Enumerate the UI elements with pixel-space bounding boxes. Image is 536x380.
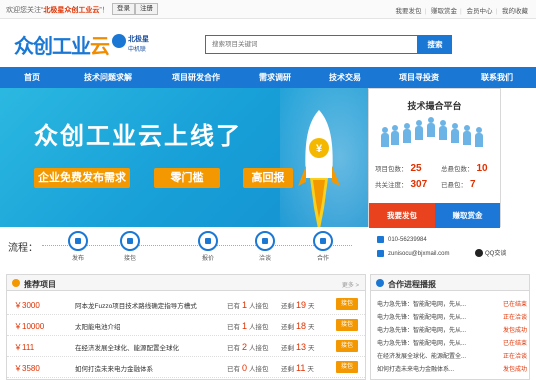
login-button[interactable]: 登录	[112, 3, 135, 15]
accept-project-button[interactable]: 接包	[336, 319, 358, 331]
progress-broadcast-panel: 合作进程播报 电力急先锋：智能配电网，先从... 已在结束 电力急先锋：智能配电网…	[370, 274, 530, 380]
more-projects-link[interactable]: 更多 >	[342, 280, 359, 289]
process-flow: 流程： 发布 接包 报价 洽谈 合作	[0, 227, 536, 267]
broadcast-icon	[376, 279, 384, 287]
progress-item[interactable]: 如何打造未来电力金融体系... 发包成功	[377, 364, 527, 376]
process-step-cooperate: 合作	[309, 231, 337, 262]
progress-item[interactable]: 电力急先锋：智能配电网，先从... 已在结束	[377, 338, 527, 350]
main-nav: 首页 技术问题求解 项目研发合作 需求调研 技术交易 项目寻投资 联系我们	[0, 67, 536, 88]
top-links: 我要发包 | 赚取赏金 | 会员中心 | 我的收藏	[395, 8, 528, 15]
project-row[interactable]: ￥10000 太阳能电池介绍 已有 1 人接包 还剩 18 天 接包	[7, 315, 365, 336]
stat-total-packages: 总悬包数： 10	[441, 163, 488, 174]
process-step-accept: 接包	[116, 231, 144, 262]
coin-symbol: ¥	[316, 143, 323, 155]
top-bar: 欢迎您关注“北极星众创工业云”！ 登录 注册 我要发包 | 赚取赏金 | 会员中心 |…	[0, 0, 536, 19]
progress-item[interactable]: 电力急先锋：智能配电网，先从... 发包成功	[377, 325, 527, 337]
banner-title: 众创工业云上线了	[34, 122, 242, 150]
stat-project-count: 项目包数： 25	[375, 163, 422, 174]
process-label: 流程：	[8, 243, 38, 254]
project-row[interactable]: ￥111 在经济发展全球化、能源配置全球化 已有 2 人接包 还剩 13 天 接包	[7, 336, 365, 357]
stat-completed: 已悬包： 7	[441, 179, 476, 190]
contact-email[interactable]: zunisocu@bjxmail.com	[377, 250, 449, 257]
recommended-projects-panel: 推荐项目 更多 > ￥3000 阿本龙Fuzzo项目技术路线确定指导方槽式 已有…	[6, 274, 366, 380]
match-platform-panel: 技术撮合平台 项目包数： 25 总悬包数： 10 共关注度： 307 已悬包： 7 我要…	[368, 88, 501, 228]
progress-item[interactable]: 电力急先锋：智能配电网，先从... 正在洽谈	[377, 312, 527, 324]
accept-project-button[interactable]: 接包	[336, 340, 358, 352]
banner-tag-zero-threshold: 零门槛	[154, 168, 220, 188]
link-member-center[interactable]: 会员中心	[466, 8, 492, 15]
accept-project-button[interactable]: 接包	[336, 298, 358, 310]
search-button[interactable]: 搜索	[418, 35, 452, 54]
accept-project-button[interactable]: 接包	[336, 361, 358, 373]
process-step-quote: 报价	[194, 231, 222, 262]
link-post-project[interactable]: 我要发包	[395, 8, 421, 15]
stat-attention: 共关注度： 307	[375, 179, 428, 190]
people-crowd-icon	[381, 117, 489, 147]
nav-contact-us[interactable]: 联系我们	[458, 67, 536, 88]
banner-tag-high-return: 高回报	[243, 168, 293, 188]
star-icon	[12, 279, 20, 287]
link-favorites[interactable]: 我的收藏	[502, 8, 528, 15]
banner-tag-free: 企业免费发布需求	[34, 168, 130, 188]
progress-item[interactable]: 电力急先锋：智能配电网，先从... 已在结束	[377, 299, 527, 311]
qq-chat-button[interactable]: QQ交谈	[475, 248, 506, 258]
search-input[interactable]	[205, 35, 418, 54]
site-logo[interactable]: 众创工业云	[14, 30, 110, 59]
contact-phone: 010-56239984	[377, 236, 427, 243]
qq-icon	[475, 249, 483, 258]
phone-icon	[377, 236, 384, 243]
post-project-button[interactable]: 我要发包	[369, 203, 435, 228]
process-step-negotiate: 洽谈	[251, 231, 279, 262]
hero-banner[interactable]: 众创工业云上线了 企业免费发布需求 零门槛 高回报 ¥	[0, 88, 368, 227]
progress-item[interactable]: 在经济发展全球化、能源配置全... 正在洽谈	[377, 351, 527, 363]
nav-tech-trade[interactable]: 技术交易	[310, 67, 380, 88]
panel-title-progress: 合作进程播报	[388, 280, 436, 289]
link-earn-reward[interactable]: 赚取赏金	[431, 8, 457, 15]
nav-project-investment[interactable]: 项目寻投资	[380, 67, 458, 88]
header: 众创工业云 北极星 中机联 搜索	[0, 20, 536, 66]
partner-star-icon	[112, 34, 126, 48]
earn-reward-button[interactable]: 赚取赏金	[435, 203, 500, 228]
nav-project-rd[interactable]: 项目研发合作	[152, 67, 240, 88]
register-button[interactable]: 注册	[135, 3, 158, 15]
project-row[interactable]: ￥3580 如何打造未来电力金融体系 已有 0 人接包 还剩 11 天 接包	[7, 357, 365, 378]
nav-home[interactable]: 首页	[0, 67, 64, 88]
nav-demand-research[interactable]: 需求调研	[240, 67, 310, 88]
welcome-site-name: 北极星众创工业云	[43, 7, 100, 14]
process-step-publish: 发布	[64, 231, 92, 262]
welcome-text: 欢迎您关注“北极星众创工业云”！	[6, 7, 109, 14]
rocket-icon: ¥	[298, 110, 340, 227]
panel-title-projects: 推荐项目	[24, 280, 56, 289]
nav-tech-problems[interactable]: 技术问题求解	[64, 67, 152, 88]
project-row[interactable]: ￥3000 阿本龙Fuzzo项目技术路线确定指导方槽式 已有 1 人接包 还剩 19 天…	[7, 294, 365, 315]
platform-title: 技术撮合平台	[407, 101, 462, 111]
mail-icon	[377, 250, 384, 257]
